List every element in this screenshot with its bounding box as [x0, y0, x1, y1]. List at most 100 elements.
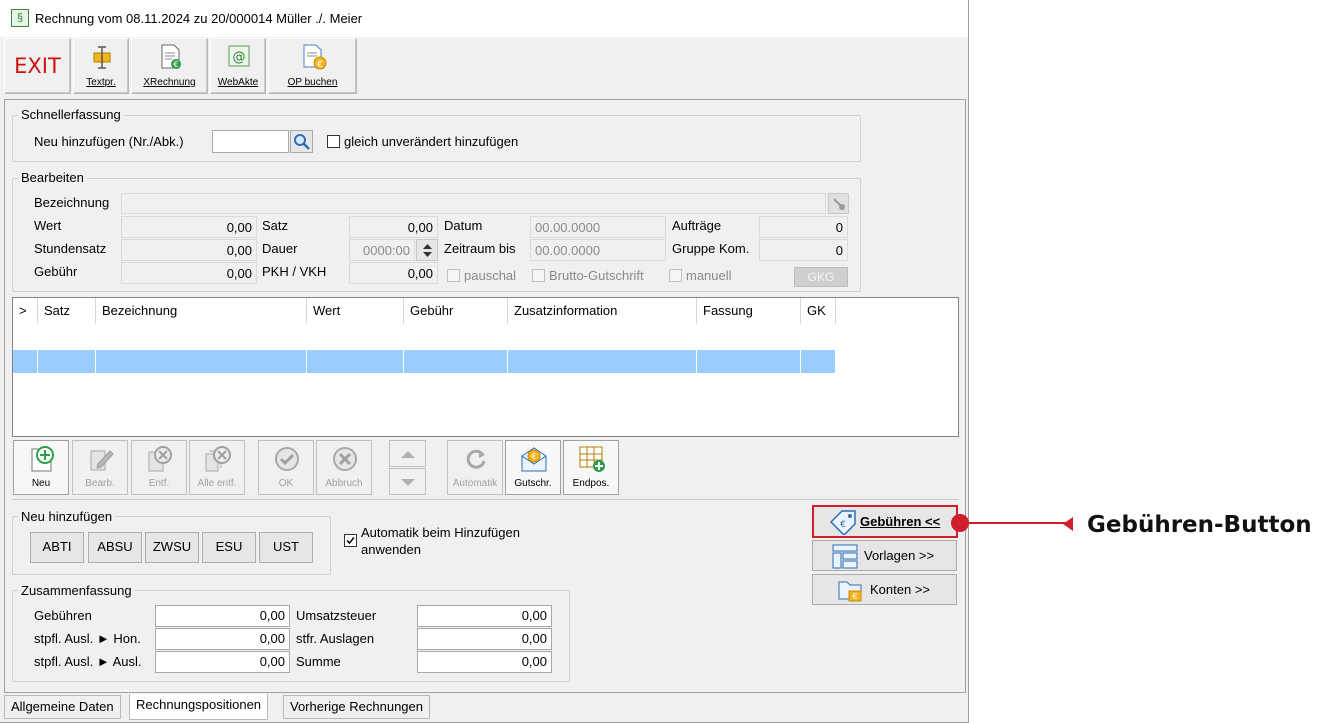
table-cell	[697, 350, 801, 373]
endpos-table-icon	[579, 446, 605, 472]
ok-button[interactable]: OK	[258, 440, 314, 495]
checkmark-icon	[346, 537, 355, 545]
datum-field[interactable]: 00.00.0000	[530, 216, 666, 238]
price-tag-icon: €	[829, 510, 856, 535]
zwsu-button[interactable]: ZWSU	[145, 532, 199, 563]
satz-field[interactable]: 0,00	[349, 216, 438, 238]
alle-entf-button[interactable]: Alle entf.	[189, 440, 245, 495]
search-button[interactable]	[290, 130, 313, 153]
bezeichnung-field[interactable]	[121, 193, 826, 214]
move-up-button[interactable]	[389, 440, 426, 467]
brutto-gutschrift-checkbox[interactable]	[532, 269, 545, 282]
exit-button[interactable]: EXIT	[4, 38, 71, 94]
abbruch-button[interactable]: Abbruch	[316, 440, 372, 495]
grid-header-zusatzinformation[interactable]: Zusatzinformation	[508, 298, 697, 324]
esu-button[interactable]: ESU	[202, 532, 256, 563]
summe-label: Summe	[296, 654, 341, 669]
konten-button[interactable]: € Konten >>	[812, 574, 957, 605]
dauer-spinner[interactable]	[416, 239, 438, 261]
bearb-button[interactable]: Bearb.	[72, 440, 128, 495]
app-icon: §	[11, 9, 29, 27]
stpfl-hon-field: 0,00	[155, 628, 290, 650]
op-buchen-icon: €	[303, 44, 327, 70]
konten-folder-icon: €	[838, 581, 862, 602]
stpfl-hon-label: stpfl. Ausl. ► Hon.	[34, 631, 141, 646]
bezeichnung-edit-button[interactable]	[828, 193, 849, 214]
stundensatz-label: Stundensatz	[34, 241, 107, 256]
arrow-down-icon	[401, 479, 415, 486]
grid-header-bezeichnung[interactable]: Bezeichnung	[96, 298, 307, 324]
divider	[12, 499, 959, 500]
summe-field: 0,00	[417, 651, 552, 673]
svg-text:€: €	[173, 60, 178, 69]
ust-button[interactable]: UST	[259, 532, 313, 563]
callout-text: Gebühren-Button	[1087, 512, 1312, 538]
move-down-button[interactable]	[389, 468, 426, 495]
abbruch-label: Abbruch	[325, 478, 363, 489]
xrechnung-label: XRechnung	[143, 77, 196, 88]
absu-button[interactable]: ABSU	[88, 532, 142, 563]
xrechnung-button[interactable]: € XRechnung	[131, 38, 208, 94]
op-buchen-button[interactable]: € OP buchen	[268, 38, 357, 94]
table-row[interactable]	[13, 324, 836, 373]
gkg-button[interactable]: GKG	[794, 267, 848, 287]
gebuehr-field[interactable]: 0,00	[121, 262, 257, 284]
automatik-checkbox[interactable]	[344, 534, 357, 547]
bezeichnung-label: Bezeichnung	[34, 195, 110, 210]
abti-button[interactable]: ABTI	[30, 532, 84, 563]
edit-pencil-icon	[90, 450, 114, 471]
svg-text:€: €	[840, 520, 846, 530]
tab-allgemeine-daten[interactable]: Allgemeine Daten	[4, 695, 121, 719]
gruppe-kom-field[interactable]: 0	[759, 239, 848, 261]
stfr-auslagen-label: stfr. Auslagen	[296, 631, 375, 646]
neu-hinzufuegen-input[interactable]	[212, 130, 289, 153]
ok-label: OK	[278, 478, 294, 489]
grid-header-gk[interactable]: GK	[801, 298, 836, 324]
zusammenfassung-legend: Zusammenfassung	[18, 583, 135, 598]
satz-label: Satz	[262, 218, 289, 233]
schnellerfassung-legend: Schnellerfassung	[18, 107, 124, 122]
svg-text:€: €	[531, 452, 536, 461]
stfr-auslagen-field: 0,00	[417, 628, 552, 650]
gebuehren-button[interactable]: € Gebühren <<	[812, 505, 958, 538]
callout-arrow-icon	[1063, 517, 1073, 531]
dauer-field[interactable]: 0000:00	[349, 239, 415, 261]
automatik-button[interactable]: Automatik	[447, 440, 503, 495]
pkh-vkh-field[interactable]: 0,00	[349, 262, 438, 284]
grid-header-wert[interactable]: Wert	[307, 298, 404, 324]
grid-header-gebuehr[interactable]: Gebühr	[404, 298, 508, 324]
auftraege-field[interactable]: 0	[759, 216, 848, 238]
grid-header-satz[interactable]: Satz	[38, 298, 96, 324]
gutschr-button[interactable]: € Gutschr.	[505, 440, 561, 495]
pauschal-checkbox[interactable]	[447, 269, 460, 282]
tab-rechnungspositionen[interactable]: Rechnungspositionen	[129, 694, 269, 720]
table-cell	[307, 350, 404, 373]
webakte-button[interactable]: @ WebAkte	[210, 38, 266, 94]
pauschal-label: pauschal	[464, 268, 517, 283]
manuell-checkbox[interactable]	[669, 269, 682, 282]
wert-field[interactable]: 0,00	[121, 216, 257, 238]
gebuehren-button-label: Gebühren <<	[860, 514, 941, 529]
vorlagen-button-label: Vorlagen >>	[864, 548, 935, 563]
automatik-line2-label: anwenden	[361, 542, 421, 557]
gleich-unveraendert-checkbox[interactable]	[327, 135, 340, 148]
cancel-icon	[333, 447, 357, 471]
stundensatz-field[interactable]: 0,00	[121, 239, 257, 261]
stpfl-ausl-label: stpfl. Ausl. ► Ausl.	[34, 654, 142, 669]
grid-header-fassung[interactable]: Fassung	[697, 298, 801, 324]
gebuehren-sum-field: 0,00	[155, 605, 290, 627]
exit-label: EXIT	[14, 54, 61, 78]
delete-icon	[148, 446, 172, 472]
tab-vorherige-rechnungen[interactable]: Vorherige Rechnungen	[283, 695, 430, 719]
vorlagen-button[interactable]: Vorlagen >>	[812, 540, 957, 571]
entf-button[interactable]: Entf.	[131, 440, 187, 495]
endpos-button[interactable]: Endpos.	[563, 440, 619, 495]
spinner-arrows-icon	[423, 244, 432, 257]
gebuehren-sum-label: Gebühren	[34, 608, 92, 623]
umsatzsteuer-label: Umsatzsteuer	[296, 608, 377, 623]
bearbeiten-legend: Bearbeiten	[18, 170, 87, 185]
textpr-button[interactable]: Textpr.	[73, 38, 129, 94]
zeitraum-bis-field[interactable]: 00.00.0000	[530, 239, 666, 261]
neu-button[interactable]: Neu	[13, 440, 69, 495]
grid-header-indicator[interactable]: >	[13, 298, 38, 324]
